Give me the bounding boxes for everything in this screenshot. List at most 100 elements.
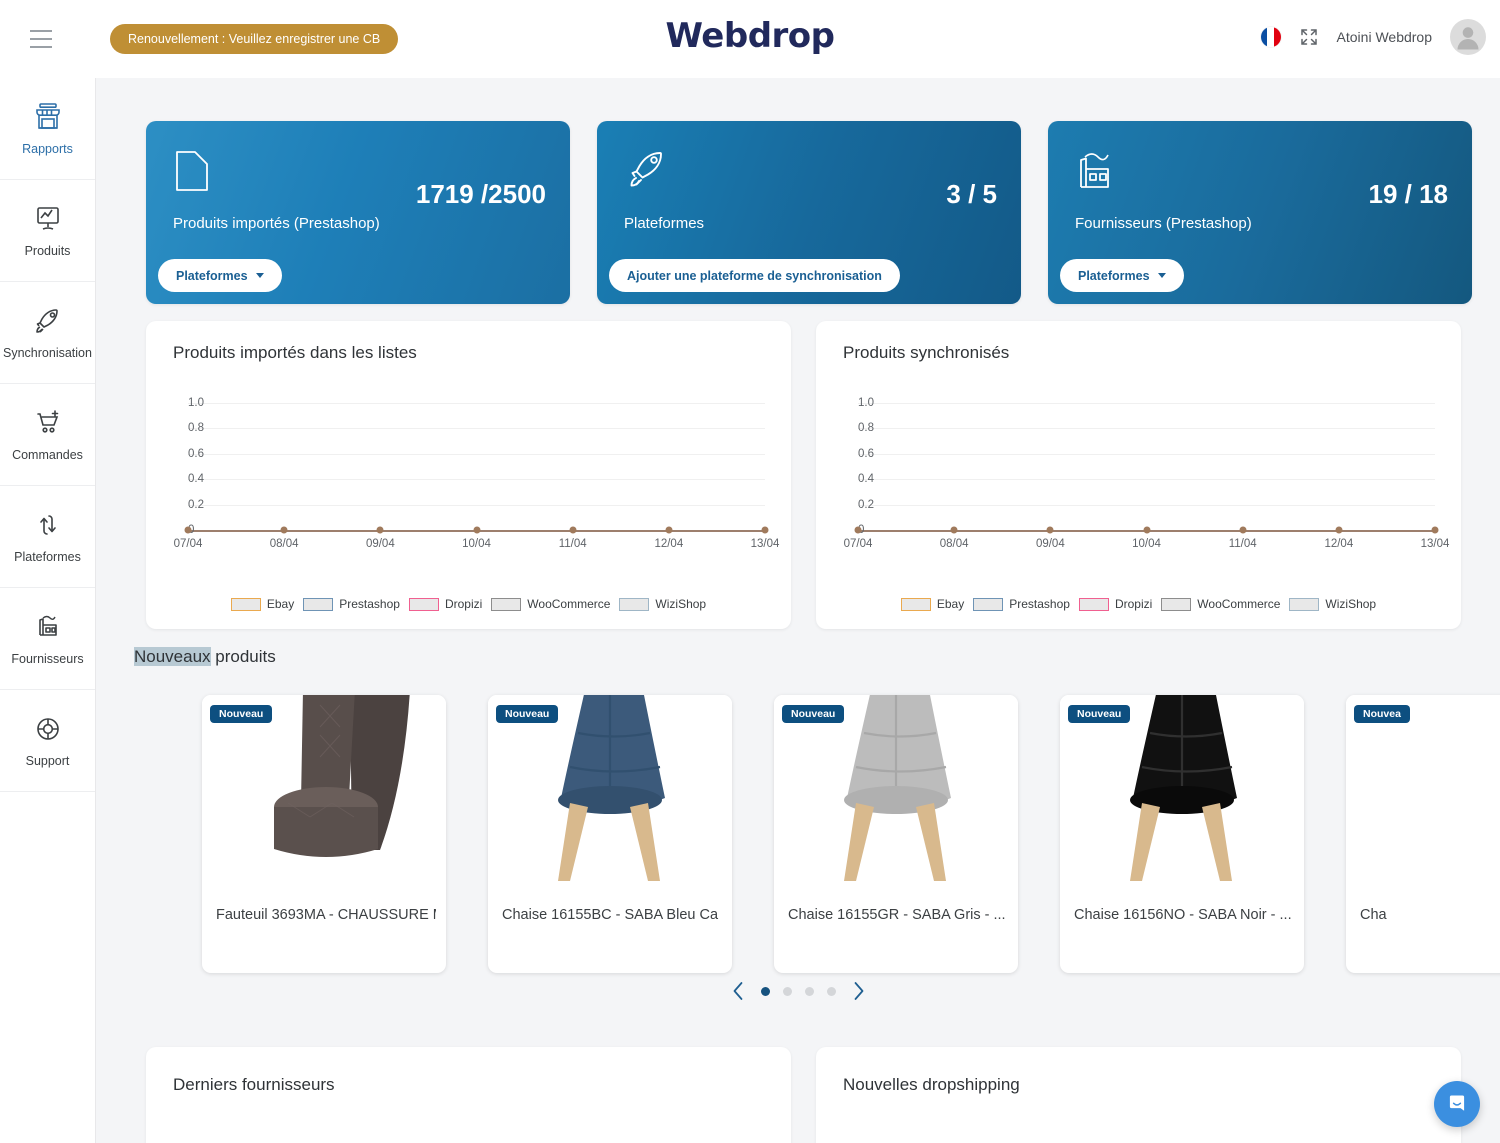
sidebar-item-plateformes[interactable]: Plateformes (0, 486, 95, 588)
bottom-panel-title-1: Nouvelles dropshipping (843, 1075, 1020, 1094)
chart-gridline (858, 504, 1435, 506)
legend-swatch-icon (973, 597, 1004, 611)
stat-button-label-1: Plateformes (176, 268, 248, 283)
chart-legend-item[interactable]: WiziShop (619, 597, 706, 611)
sidebar-nav: Rapports Produits Synchronisation Comman… (0, 78, 96, 1143)
chart-panel-produits-importes: Produits importés dans les listes 1.0 0.8… (146, 321, 791, 629)
chart-legend-item[interactable]: Ebay (230, 597, 295, 611)
header-right-group: Atoini Webdrop (1260, 19, 1486, 55)
legend-label: WiziShop (655, 597, 707, 611)
chart-xtick-label: 11/04 (1228, 538, 1257, 550)
product-new-badge: Nouveau (496, 705, 559, 723)
chart-title-1: Produits synchronisés (843, 343, 1010, 362)
chevron-down-icon (1157, 273, 1166, 278)
carousel-dot[interactable] (826, 986, 836, 996)
legend-label: Prestashop (1009, 597, 1070, 611)
legend-swatch-icon (230, 597, 261, 611)
chart-data-point (761, 526, 769, 534)
chart-legend-item[interactable]: Dropizi (1078, 597, 1153, 611)
sidebar-item-commandes[interactable]: Commandes (0, 384, 95, 486)
chevron-right-icon[interactable] (849, 979, 869, 1003)
sidebar-label-fournisseurs: Fournisseurs (11, 652, 84, 666)
legend-swatch-icon (900, 597, 931, 611)
carousel-dot[interactable] (804, 986, 814, 996)
chart-legend-item[interactable]: Dropizi (408, 597, 483, 611)
chart-legend-item[interactable]: WooCommerce (491, 597, 610, 611)
page-section-title: Nouveaux produits (134, 647, 276, 667)
stat-card-fournisseurs: 19 / 18 Fournisseurs (Prestashop) Platef… (1048, 121, 1472, 304)
stat-card-plateformes: 3 / 5 Plateformes Ajouter une plateforme… (597, 121, 1021, 304)
product-name-label: Fauteuil 3693MA - CHAUSSURE M ... (216, 907, 436, 923)
legend-label: WooCommerce (527, 597, 611, 611)
legend-label: Prestashop (339, 597, 400, 611)
legend-swatch-icon (408, 597, 439, 611)
sidebar-item-synchronisation[interactable]: Synchronisation (0, 282, 95, 384)
chart-legend-item[interactable]: WiziShop (1289, 597, 1376, 611)
chart-legend-1: Ebay Prestashop Dropizi WooCommerce WiziShop (816, 597, 1461, 611)
rocket-icon (630, 152, 662, 187)
legend-label: Ebay (266, 597, 295, 611)
carousel-dots (760, 986, 836, 996)
product-new-badge: Nouveau (782, 705, 845, 723)
product-card[interactable]: Nouvea Cha (1346, 695, 1500, 973)
product-card[interactable]: Nouveau Fauteuil 3693MA - CHAUSSURE M ... (202, 695, 446, 973)
stat-card-produits-importes: 1719 /2500 Produits importés (Prestashop… (146, 121, 570, 304)
chart-data-point (473, 526, 480, 534)
chevron-left-icon[interactable] (728, 979, 748, 1003)
sidebar-label-support: Support (25, 754, 70, 768)
legend-label: Dropizi (444, 597, 483, 611)
panel-derniers-fournisseurs: Derniers fournisseurs (146, 1047, 791, 1143)
legend-swatch-icon (1289, 597, 1320, 611)
legend-swatch-icon (619, 597, 650, 611)
user-avatar-icon[interactable] (1450, 19, 1486, 55)
stat-label-fournisseurs: Fournisseurs (Prestashop) (1075, 215, 1252, 232)
main-content: 1719 /2500 Produits importés (Prestashop… (96, 78, 1500, 1143)
charts-row: Produits importés dans les listes 1.0 0.8… (146, 321, 1461, 629)
add-sync-platform-button[interactable]: Ajouter une plateforme de synchronisatio… (609, 259, 900, 292)
chart-gridline (188, 453, 765, 455)
carousel-nav (96, 979, 1500, 1003)
stat-button-plateformes-1[interactable]: Plateformes (158, 259, 282, 292)
product-name-label: Chaise 16155BC - SABA Bleu Ca ... (502, 907, 722, 923)
chart-gridline (858, 428, 1435, 430)
chart-plot-area-1: 1.00.80.60.40.2007/0408/0409/0410/0411/0… (843, 397, 1450, 550)
product-new-badge: Nouveau (1068, 705, 1131, 723)
carousel-dot[interactable] (782, 986, 792, 996)
chart-title-0: Produits importés dans les listes (173, 343, 417, 362)
chart-xtick-label: 12/04 (1324, 538, 1354, 550)
chart-plot-area-0: 1.00.80.60.40.2007/0408/0409/0410/0411/0… (173, 397, 780, 550)
sidebar-label-plateformes: Plateformes (14, 550, 81, 564)
sidebar-label-rapports: Rapports (22, 142, 73, 156)
sidebar-item-fournisseurs[interactable]: Fournisseurs (0, 588, 95, 690)
french-flag-icon[interactable] (1260, 27, 1281, 47)
chart-legend-item[interactable]: WooCommerce (1161, 597, 1280, 611)
store-icon (35, 103, 60, 129)
carousel-dot[interactable] (760, 986, 770, 996)
product-carousel: Nouveau Fauteuil 3693MA - CHAUSSURE M ...… (202, 695, 1500, 973)
product-card[interactable]: Nouveau Chaise 16155BC - SABA Bleu Ca ... (488, 695, 732, 973)
chart-legend-item[interactable]: Prestashop (973, 597, 1070, 611)
sidebar-item-rapports[interactable]: Rapports (0, 78, 95, 180)
chart-data-point (376, 526, 384, 534)
chart-legend-item[interactable]: Prestashop (303, 597, 400, 611)
product-card[interactable]: Nouveau Chaise 16155GR - SABA Gris - ... (774, 695, 1018, 973)
chat-bubble-icon[interactable] (1434, 1081, 1480, 1127)
chart-data-point (1239, 526, 1247, 534)
sidebar-item-support[interactable]: Support (0, 690, 95, 792)
user-name-label: Atoini Webdrop (1336, 29, 1432, 45)
chart-xtick-label: 08/04 (939, 538, 969, 550)
legend-label: Ebay (936, 597, 965, 611)
sidebar-item-produits[interactable]: Produits (0, 180, 95, 282)
sync-arrows-icon (39, 515, 56, 535)
chart-legend-item[interactable]: Ebay (900, 597, 965, 611)
expand-fullscreen-icon[interactable] (1299, 27, 1319, 47)
chart-data-point (950, 526, 958, 534)
stat-value-plateformes: 3 / 5 (946, 179, 997, 209)
product-image (488, 695, 732, 905)
product-card[interactable]: Nouveau Chaise 16156NO - SABA Noir - ... (1060, 695, 1304, 973)
app-header: Renouvellement : Veuillez enregistrer un… (0, 0, 1500, 78)
chart-gridline (858, 403, 1435, 404)
chart-data-point (1431, 526, 1439, 534)
stat-button-plateformes-2[interactable]: Plateformes (1060, 259, 1184, 292)
legend-label: Dropizi (1114, 597, 1153, 611)
